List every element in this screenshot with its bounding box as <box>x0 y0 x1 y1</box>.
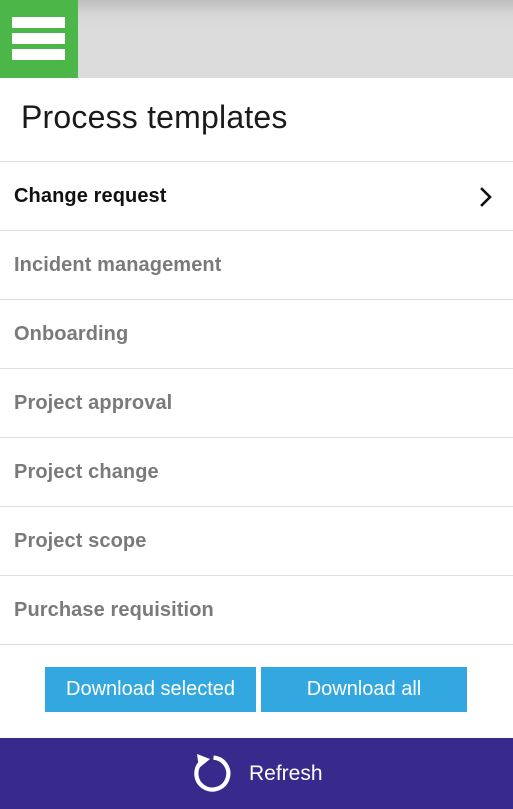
list-item-incident-management[interactable]: Incident management <box>0 231 513 300</box>
page-title: Process templates <box>21 99 288 135</box>
refresh-icon <box>194 754 231 792</box>
list-item-label: Incident management <box>14 254 222 276</box>
app-screen: Process templates Change request Inciden… <box>0 0 513 809</box>
download-all-button[interactable]: Download all <box>261 667 467 712</box>
list-item-label: Onboarding <box>14 323 129 345</box>
list-item-project-approval[interactable]: Project approval <box>0 369 513 438</box>
refresh-button[interactable]: Refresh <box>0 738 513 809</box>
list-item-project-scope[interactable]: Project scope <box>0 507 513 576</box>
list-item-label: Project scope <box>14 530 147 552</box>
hamburger-menu-icon <box>12 17 65 28</box>
chevron-right-icon <box>480 187 492 207</box>
download-selected-button[interactable]: Download selected <box>45 667 256 712</box>
top-bar <box>0 0 513 78</box>
refresh-label: Refresh <box>249 762 323 785</box>
list-item-label: Purchase requisition <box>14 599 214 621</box>
template-list: Change request Incident management Onboa… <box>0 162 513 645</box>
list-item-label: Project approval <box>14 392 173 414</box>
list-item-change-request[interactable]: Change request <box>0 162 513 231</box>
list-item-label: Change request <box>14 185 167 207</box>
list-item-onboarding[interactable]: Onboarding <box>0 300 513 369</box>
list-item-project-change[interactable]: Project change <box>0 438 513 507</box>
list-item-purchase-requisition[interactable]: Purchase requisition <box>0 576 513 645</box>
list-item-label: Project change <box>14 461 159 483</box>
menu-button[interactable] <box>0 0 78 78</box>
